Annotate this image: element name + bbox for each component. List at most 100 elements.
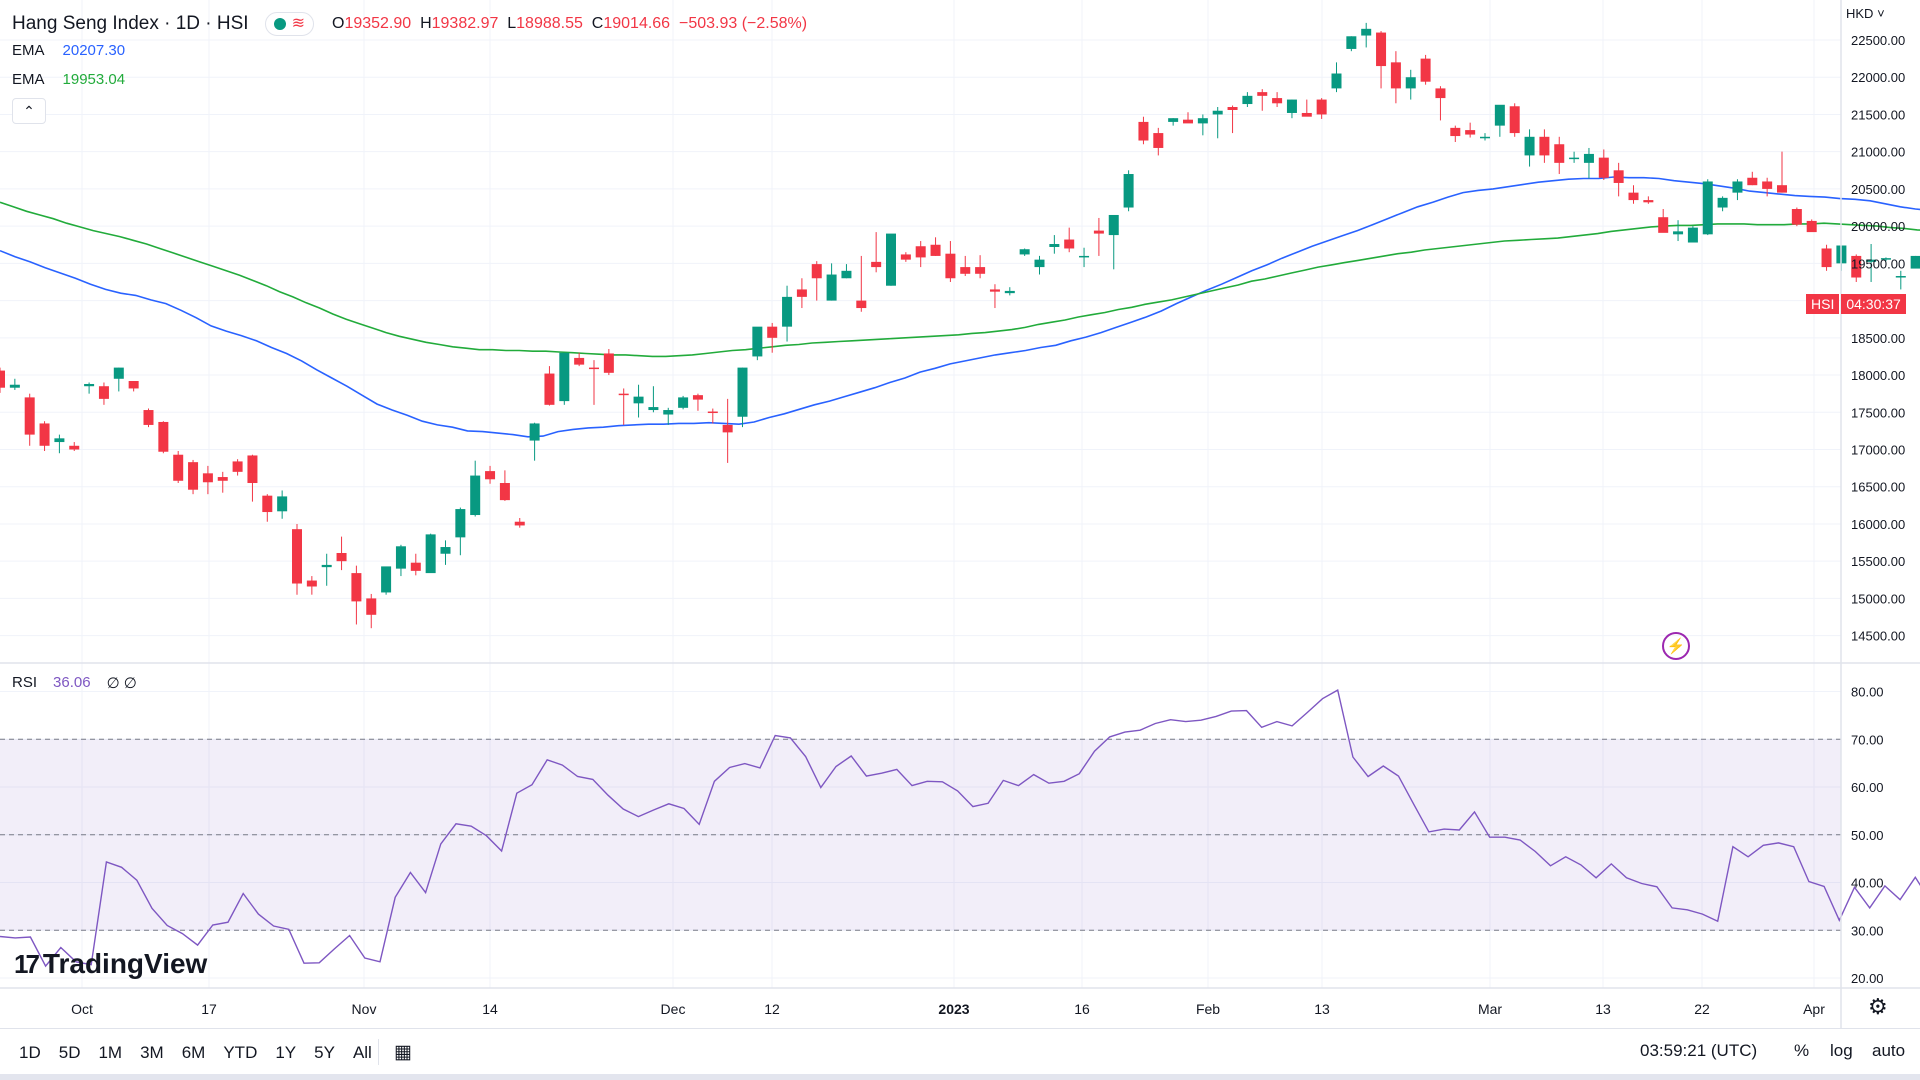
tf-button-5d[interactable]: 5D <box>52 1041 88 1065</box>
auto-toggle[interactable]: auto <box>1872 1041 1905 1061</box>
candle <box>336 536 347 571</box>
candle <box>262 494 273 522</box>
candle <box>1717 196 1728 212</box>
candle <box>1583 147 1594 179</box>
candle-body <box>618 393 629 396</box>
y-tick-label: 22000.00 <box>1851 70 1905 85</box>
x-tick-label: Feb <box>1196 1001 1220 1017</box>
candle-body <box>1123 174 1134 208</box>
y-tick-label: 14500.00 <box>1851 629 1905 644</box>
candle <box>1376 31 1387 89</box>
candle-body <box>871 261 882 268</box>
gear-icon[interactable]: ⚙ <box>1868 994 1888 1020</box>
candle-body <box>128 381 139 389</box>
candle-body <box>1687 227 1698 243</box>
candle-body <box>1004 290 1015 294</box>
candle <box>1702 179 1713 236</box>
candle <box>113 367 124 392</box>
candle-body <box>113 367 124 379</box>
y-tick-label: 17000.00 <box>1851 443 1905 458</box>
calendar-icon[interactable]: ▦ <box>394 1041 412 1064</box>
candle-body <box>69 445 80 450</box>
x-tick-label: 17 <box>201 1001 217 1017</box>
candle <box>485 465 496 484</box>
candle-body <box>143 410 154 425</box>
candle <box>1034 255 1045 275</box>
tradingview-logo[interactable]: 17 TradingView <box>14 948 207 980</box>
currency-selector[interactable]: HKD ˅ <box>1846 6 1885 21</box>
chart-header: Hang Seng Index · 1D · HSI ≋ O19352.90 H… <box>12 12 807 36</box>
candle <box>514 518 525 528</box>
candle-body <box>603 353 614 373</box>
candle-body <box>1108 214 1119 236</box>
tradingview-mark-icon: 17 <box>14 948 40 979</box>
candle-body <box>39 423 50 446</box>
candle-body <box>1197 118 1208 124</box>
y-tick-label: 18000.00 <box>1851 368 1905 383</box>
tf-button-1d[interactable]: 1D <box>12 1041 48 1065</box>
candle <box>292 523 302 595</box>
candle-body <box>232 461 243 472</box>
candle <box>752 326 763 361</box>
candle-body <box>1762 181 1773 189</box>
x-tick-label: Apr <box>1803 1001 1825 1017</box>
candle <box>796 278 807 309</box>
last-price-tag: HSI 04:30:37 <box>1806 294 1906 314</box>
candle <box>39 421 50 451</box>
candle-body <box>1390 62 1401 89</box>
candle <box>559 352 570 405</box>
ohlc-readout: O19352.90 H19382.97 L18988.55 C19014.66 … <box>331 15 808 32</box>
candle <box>306 576 317 595</box>
candle <box>529 422 540 461</box>
candle-body <box>752 326 763 357</box>
utc-clock[interactable]: 03:59:21 (UTC) <box>1640 1041 1757 1061</box>
x-tick-label: Mar <box>1478 1001 1502 1017</box>
ema-slow-legend[interactable]: EMA 19953.04 <box>12 71 125 88</box>
lightning-icon[interactable]: ⚡ <box>1662 632 1690 660</box>
collapse-legend-button[interactable]: ⌃ <box>12 98 46 124</box>
tf-button-5y[interactable]: 5Y <box>307 1041 342 1065</box>
chart-canvas[interactable]: 14500.00 15000.00 15500.00 16000.00 16500.00… <box>0 0 1920 1080</box>
ema-fast-label: EMA <box>12 42 45 59</box>
candle <box>574 352 585 367</box>
rsi-legend[interactable]: RSI 36.06 ∅ ∅ <box>12 674 137 692</box>
tf-button-1y[interactable]: 1Y <box>268 1041 303 1065</box>
candle-body <box>945 253 956 279</box>
candle-body <box>589 367 599 370</box>
candle <box>826 263 837 301</box>
divider <box>378 1039 379 1065</box>
percent-toggle[interactable]: % <box>1794 1041 1809 1061</box>
timeframe-buttons: 1D 5D 1M 3M 6M YTD 1Y 5Y All <box>12 1041 379 1065</box>
candle-body <box>1361 28 1372 36</box>
tf-button-3m[interactable]: 3M <box>133 1041 171 1065</box>
x-tick-label: 13 <box>1314 1001 1330 1017</box>
candle-body <box>395 546 406 569</box>
rsi-value: 36.06 <box>53 674 91 691</box>
candle <box>24 393 35 446</box>
candle-body <box>811 264 822 279</box>
tf-button-all[interactable]: All <box>346 1041 379 1065</box>
candle <box>128 381 139 392</box>
candle <box>0 367 5 393</box>
candle-body <box>1153 133 1164 148</box>
ema-fast-legend[interactable]: EMA 20207.30 <box>12 42 125 59</box>
tf-button-6m[interactable]: 6M <box>175 1041 213 1065</box>
candle-body <box>381 566 392 593</box>
candle-body <box>84 383 95 387</box>
log-toggle[interactable]: log <box>1830 1041 1853 1061</box>
market-status-button[interactable]: ≋ <box>264 12 314 36</box>
candle <box>989 284 1000 309</box>
y-tick-label: 19500.00 <box>1851 256 1905 271</box>
candle <box>871 232 882 273</box>
candle <box>1004 287 1015 296</box>
symbol-title[interactable]: Hang Seng Index · 1D · HSI <box>12 13 249 35</box>
candle-body <box>1405 77 1416 89</box>
candle-body <box>292 529 302 584</box>
tf-button-ytd[interactable]: YTD <box>216 1041 264 1065</box>
candle <box>425 533 436 574</box>
tf-button-1m[interactable]: 1M <box>91 1041 129 1065</box>
y-tick-label: 20500.00 <box>1851 182 1905 197</box>
candle-body <box>1821 248 1832 268</box>
y-tick-label: 15500.00 <box>1851 554 1905 569</box>
candle-body <box>1673 231 1684 235</box>
